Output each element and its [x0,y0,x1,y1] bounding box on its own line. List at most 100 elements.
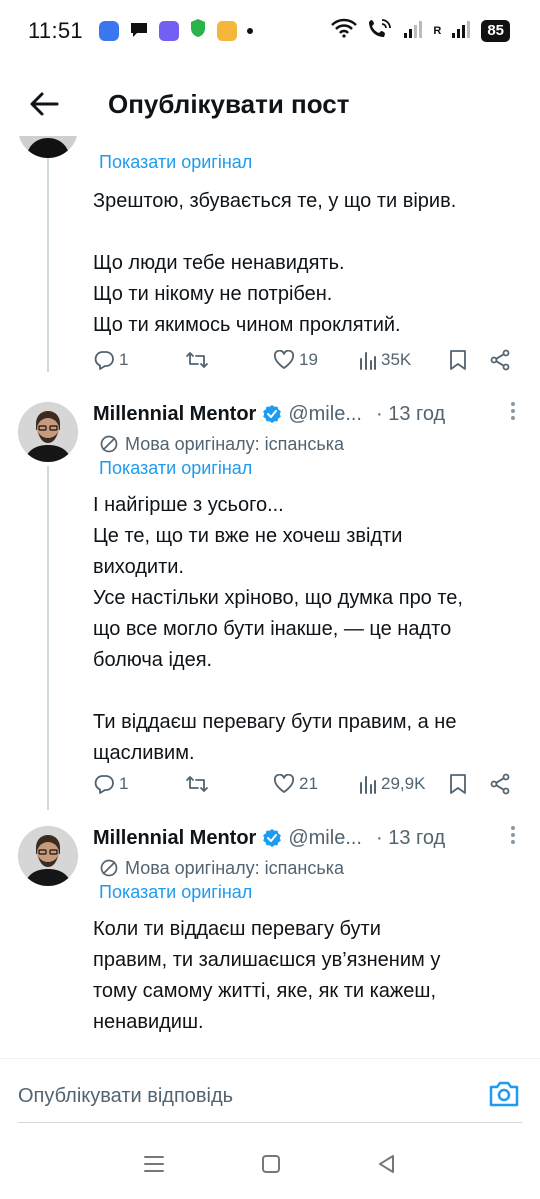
view-count: 29,9K [381,774,426,793]
original-language-label: Мова оригіналу: іспанська [125,857,345,878]
text-line: Ти віддаєш перевагу бути правим, а не [93,711,457,733]
translation-note: Мова оригіналу: іспанська [93,856,522,880]
home-button[interactable] [261,1154,281,1179]
camera-button[interactable] [488,1080,520,1113]
show-original-link[interactable]: Показати оригінал [93,882,522,906]
vertical-dots-icon [511,826,515,844]
system-navigation-bar [0,1134,540,1199]
verified-badge-icon [262,404,282,424]
views-chart-icon [360,776,376,794]
show-original-link[interactable]: Показати оригінал [93,152,522,176]
more-notifications-dot [246,28,253,34]
avatar[interactable] [18,402,78,462]
menu-lines-icon [144,1156,164,1172]
bookmark-button[interactable] [449,770,467,798]
reply-underline [18,1122,522,1123]
back-button[interactable] [22,82,66,126]
thread-connector [47,466,49,810]
bookmark-icon [450,350,466,370]
more-options-button[interactable] [510,825,522,851]
repost-button[interactable] [185,346,209,374]
like-button[interactable]: 21 [273,770,318,798]
wifi-icon [331,18,358,44]
thread-feed[interactable]: Показати оригінал Зрештою, збувається те… [0,136,540,1052]
show-original-link[interactable]: Показати оригінал [93,458,522,482]
author-name[interactable]: Millennial Mentor [93,403,256,426]
reply-count: 1 [119,774,129,793]
repost-icon [186,352,208,368]
reply-icon [94,775,114,794]
text-line: Що люди тебе ненавидять. [93,252,345,274]
share-icon [490,773,510,795]
square-icon [262,1155,280,1173]
reply-icon [94,351,114,370]
view-count: 35K [381,350,412,369]
status-right: R 85 [331,17,510,45]
reply-button[interactable]: 1 [93,770,128,798]
status-time: 11:51 [28,18,83,43]
bookmark-button[interactable] [449,346,467,374]
tweet-body: Показати оригінал Зрештою, збувається те… [93,150,522,341]
text-line: що все могло бути інакше, — це надто [93,618,452,640]
status-left: 11:51 [28,18,253,44]
views-chart-icon [360,352,376,370]
text-line: Коли ти віддаєш перевагу бути [93,918,381,940]
tweet-header: Millennial Mentor @mile... · 13 год [93,824,522,852]
tweet-text: Коли ти віддаєш перевагу бути правим, ти… [93,914,522,1038]
share-button[interactable] [489,346,511,374]
recent-apps-button[interactable] [143,1154,165,1179]
heart-icon [273,774,295,793]
reply-count: 1 [119,350,129,369]
chat-bubble-icon [129,18,149,44]
translation-note: Мова оригіналу: іспанська [93,432,522,456]
text-line: Це те, що ти вже не хочеш звідти [93,525,403,547]
like-count: 21 [299,774,318,793]
text-line: Усе настільки хріново, що думка про те, [93,587,463,609]
repost-button[interactable] [185,770,209,798]
original-language-label: Мова оригіналу: іспанська [125,433,345,454]
post-time[interactable]: · 13 год [376,403,445,426]
thread-connector [47,136,49,372]
like-button[interactable]: 19 [273,346,318,374]
back-nav-button[interactable] [377,1154,397,1179]
text-line: правим, ти залишаєшся ув’язненим у [93,949,441,971]
roaming-label: R [433,25,442,37]
views-button[interactable]: 35K [359,346,411,374]
top-app-bar: Опублікувати пост [0,72,540,136]
more-options-button[interactable] [510,401,522,427]
like-count: 19 [299,350,318,369]
reply-button[interactable]: 1 [93,346,128,374]
battery-level: 85 [481,20,510,42]
reply-input[interactable]: Опублікувати відповідь [18,1085,233,1108]
post-time[interactable]: · 13 год [376,827,445,850]
text-line: І найгірше з усього... [93,494,284,516]
camera-icon [489,1081,519,1107]
tweet-actions: 1 19 35K [93,346,523,374]
viber-icon [158,21,179,41]
shield-icon [189,18,207,44]
author-handle[interactable]: @mile... [288,827,362,850]
share-button[interactable] [489,770,511,798]
repost-icon [186,776,208,792]
avatar[interactable] [18,826,78,886]
heart-icon [273,350,295,369]
tweet-body: Millennial Mentor @mile... · 13 год Мова… [93,400,522,769]
text-line: болюча ідея. [93,649,213,671]
author-handle[interactable]: @mile... [288,403,362,426]
triangle-back-icon [379,1155,394,1173]
arrow-left-icon [30,92,59,116]
bookmark-icon [450,774,466,794]
weather-app-icon [216,21,237,41]
vertical-dots-icon [511,402,515,420]
avatar[interactable] [18,136,78,158]
signal-app-icon [98,21,119,41]
views-button[interactable]: 29,9K [359,770,425,798]
author-name[interactable]: Millennial Mentor [93,827,256,850]
tweet-text: І найгірше з усього... Це те, що ти вже … [93,490,522,769]
text-line: Що ти якимось чином проклятий. [93,314,401,336]
tweet-header: Millennial Mentor @mile... · 13 год [93,400,522,428]
verified-badge-icon [262,828,282,848]
tweet-text: Зрештою, збувається те, у що ти вірив. Щ… [93,186,522,341]
signal-bars-icon [403,18,423,44]
wifi-call-icon [367,17,393,45]
